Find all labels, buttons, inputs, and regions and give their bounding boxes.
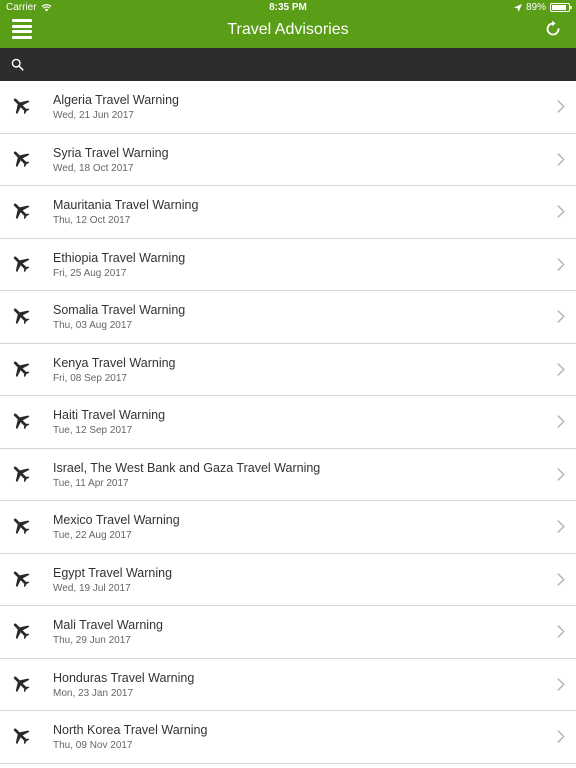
chevron-right-icon: [557, 257, 565, 271]
item-title: Kenya Travel Warning: [53, 355, 176, 370]
item-title: Mali Travel Warning: [53, 618, 163, 632]
item-date: Thu, 29 Jun 2017: [53, 635, 131, 646]
airplane-icon: [13, 623, 30, 640]
airplane-icon: [13, 413, 30, 430]
nav-bar: Travel Advisories: [0, 16, 576, 48]
battery-percent: 89%: [525, 2, 546, 13]
status-time: 8:35 PM: [269, 2, 307, 13]
chevron-right-icon: [557, 730, 565, 743]
chevron-right-icon: [557, 677, 565, 691]
battery-icon: [550, 3, 572, 12]
item-date: Wed, 18 Oct 2017: [53, 162, 134, 174]
chevron-right-icon: [557, 310, 565, 323]
chevron-right-icon: [557, 520, 565, 533]
item-date: Fri, 08 Sep 2017: [53, 372, 127, 384]
search-input[interactable]: [32, 54, 566, 74]
refresh-icon[interactable]: [544, 20, 562, 38]
item-date: Tue, 22 Aug 2017: [53, 530, 132, 541]
advisory-list: Algeria Travel Warning Wed, 21 Jun 2017 …: [0, 81, 576, 764]
search-bar: [0, 48, 576, 81]
airplane-icon: [13, 570, 30, 587]
list-item[interactable]: North Korea Travel Warning Thu, 09 Nov 2…: [0, 711, 576, 764]
chevron-right-icon: [557, 205, 565, 218]
header: Carrier 8:35 PM 89% Travel Advisories: [0, 0, 576, 48]
list-item[interactable]: Haiti Travel Warning Tue, 12 Sep 2017: [0, 396, 576, 449]
airplane-icon: [13, 360, 30, 377]
airplane-icon: [13, 675, 30, 692]
item-date: Wed, 21 Jun 2017: [53, 110, 134, 121]
page-title: Travel Advisories: [227, 21, 349, 38]
airplane-icon: [13, 518, 30, 535]
list-item[interactable]: Egypt Travel Warning Wed, 19 Jul 2017: [0, 554, 576, 606]
list-item[interactable]: Algeria Travel Warning Wed, 21 Jun 2017: [0, 81, 576, 134]
item-date: Thu, 09 Nov 2017: [53, 740, 133, 751]
list-item[interactable]: Mexico Travel Warning Tue, 22 Aug 2017: [0, 501, 576, 554]
list-item[interactable]: Honduras Travel Warning Mon, 23 Jan 2017: [0, 659, 576, 711]
list-item[interactable]: Kenya Travel Warning Fri, 08 Sep 2017: [0, 344, 576, 396]
list-item[interactable]: Mauritania Travel Warning Thu, 12 Oct 20…: [0, 186, 576, 239]
airplane-icon: [13, 255, 30, 272]
item-title: Mexico Travel Warning: [53, 513, 180, 527]
app-root: Carrier 8:35 PM 89% Travel Advisories Al…: [0, 0, 576, 768]
airplane-icon: [13, 465, 30, 482]
status-right: 89%: [513, 2, 572, 13]
item-title: Algeria Travel Warning: [53, 93, 179, 107]
chevron-right-icon: [557, 100, 565, 113]
chevron-right-icon: [557, 625, 565, 638]
chevron-right-icon: [557, 152, 565, 166]
location-arrow-icon: [513, 3, 522, 12]
chevron-right-icon: [557, 415, 565, 428]
item-date: Tue, 12 Sep 2017: [53, 425, 133, 436]
item-title: Haiti Travel Warning: [53, 408, 166, 422]
battery-fill: [552, 5, 567, 10]
airplane-icon: [13, 308, 30, 325]
chevron-right-icon: [557, 467, 565, 481]
item-title: Israel, The West Bank and Gaza Travel Wa…: [53, 460, 321, 475]
list-item[interactable]: Mali Travel Warning Thu, 29 Jun 2017: [0, 606, 576, 659]
list-item[interactable]: Somalia Travel Warning Thu, 03 Aug 2017: [0, 291, 576, 344]
chevron-right-icon: [557, 362, 565, 376]
item-date: Wed, 19 Jul 2017: [53, 582, 131, 594]
airplane-icon: [13, 728, 30, 745]
item-date: Fri, 25 Aug 2017: [53, 267, 127, 279]
airplane-icon: [13, 98, 30, 115]
list-item[interactable]: Ethiopia Travel Warning Fri, 25 Aug 2017: [0, 239, 576, 291]
item-title: North Korea Travel Warning: [53, 723, 208, 737]
item-title: Ethiopia Travel Warning: [53, 250, 186, 265]
search-icon: [11, 58, 24, 71]
item-date: Tue, 11 Apr 2017: [53, 477, 129, 489]
airplane-icon: [13, 203, 30, 220]
item-title: Somalia Travel Warning: [53, 303, 186, 317]
item-title: Mauritania Travel Warning: [53, 198, 199, 212]
airplane-icon: [13, 150, 30, 167]
list-item[interactable]: Israel, The West Bank and Gaza Travel Wa…: [0, 449, 576, 501]
status-bar: Carrier 8:35 PM 89%: [0, 0, 576, 16]
item-title: Honduras Travel Warning: [53, 670, 195, 685]
item-date: Thu, 12 Oct 2017: [53, 215, 131, 226]
item-date: Thu, 03 Aug 2017: [53, 320, 132, 331]
item-date: Mon, 23 Jan 2017: [53, 687, 134, 699]
list-item[interactable]: Syria Travel Warning Wed, 18 Oct 2017: [0, 134, 576, 186]
chevron-right-icon: [557, 572, 565, 586]
item-title: Egypt Travel Warning: [53, 565, 173, 580]
item-title: Syria Travel Warning: [53, 145, 169, 160]
